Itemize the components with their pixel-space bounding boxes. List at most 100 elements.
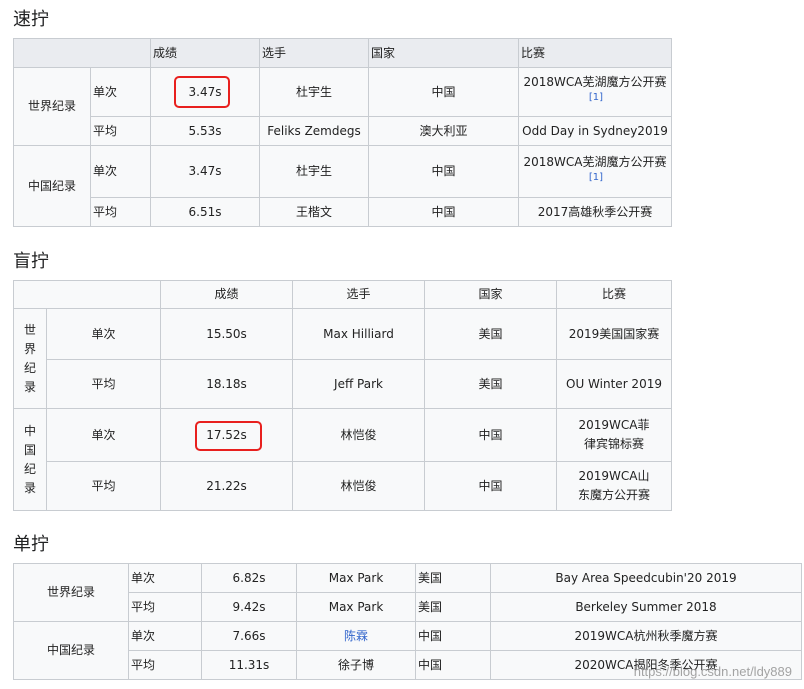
column-header-result: 成绩	[150, 38, 260, 68]
table-row: 平均 21.22s 林恺俊 中国 2019WCA山东魔方公开赛	[14, 461, 672, 511]
citation-link[interactable]: [1]	[589, 172, 603, 183]
citation-link[interactable]: [1]	[589, 92, 603, 103]
table-row: 中 国 纪 录 单次 17.52s 林恺俊 中国 2019WCA菲律宾锦标赛	[13, 408, 672, 511]
player-link[interactable]: 陈霖	[296, 621, 416, 651]
record-type-label: 平均	[128, 592, 202, 622]
table-row: 平均 6.51s 王楷文 中国 2017高雄秋季公开赛	[14, 197, 672, 227]
table-row: 中国纪录 单次 7.66s 陈霖 中国 2019WCA杭州秋季魔方赛	[13, 621, 802, 680]
competition-cell: 2018WCA芜湖魔方公开赛 [1]	[518, 67, 672, 117]
competition-cell: 2019WCA菲律宾锦标赛	[556, 408, 672, 462]
competition-name: 2018WCA芜湖魔方公开赛	[523, 75, 667, 89]
result-cell: 15.50s	[160, 308, 293, 360]
competition-cell: Berkeley Summer 2018	[490, 592, 802, 622]
player-cell: Jeff Park	[292, 359, 425, 409]
label-char: 中	[23, 423, 36, 438]
result-cell: 6.82s	[201, 563, 297, 593]
header-empty-cell	[13, 280, 161, 309]
country-cell: 美国	[424, 359, 557, 409]
player-cell: 林恺俊	[292, 408, 425, 462]
competition-cell: Odd Day in Sydney2019	[518, 116, 672, 146]
competition-cell: 2017高雄秋季公开赛	[518, 197, 672, 227]
column-header-competition: 比赛	[518, 38, 672, 68]
record-type-label: 单次	[90, 67, 151, 117]
column-header-country: 国家	[424, 280, 557, 309]
table-row: 世界纪录 单次 3.47s 杜宇生 中国 2018WCA芜湖魔方公开赛[1]	[13, 67, 672, 146]
record-type-label: 单次	[128, 563, 202, 593]
record-type-label: 平均	[90, 197, 151, 227]
table-row: 世界纪录 单次 6.82s Max Park 美国 Bay Area Speed…	[13, 563, 802, 622]
player-cell: 王楷文	[259, 197, 369, 227]
column-header-country: 国家	[368, 38, 519, 68]
player-cell: 杜宇生	[259, 67, 369, 117]
country-cell: 澳大利亚	[368, 116, 519, 146]
competition-cell: 2018WCA芜湖魔方公开赛 [1]	[518, 145, 672, 198]
record-type-label: 平均	[90, 116, 151, 146]
record-category-label: 中国纪录	[13, 621, 129, 680]
table-row: 平均 9.42s Max Park 美国 Berkeley Summer 201…	[14, 592, 802, 622]
table-header-row: 成绩 选手 国家 比赛	[13, 38, 672, 68]
country-cell: 美国	[415, 592, 491, 622]
player-cell: 林恺俊	[292, 461, 425, 511]
result-cell: 5.53s	[150, 116, 260, 146]
player-cell: Feliks Zemdegs	[259, 116, 369, 146]
section-heading-blind: 盲拧	[13, 251, 49, 272]
country-cell: 美国	[424, 308, 557, 360]
result-cell: 18.18s	[160, 359, 293, 409]
column-header-player: 选手	[292, 280, 425, 309]
record-category-label: 世 界 纪 录	[13, 308, 47, 409]
player-cell: Max Hilliard	[292, 308, 425, 360]
country-cell: 美国	[415, 563, 491, 593]
competition-cell: OU Winter 2019	[556, 359, 672, 409]
country-cell: 中国	[368, 145, 519, 198]
record-category-label: 世界纪录	[13, 563, 129, 622]
player-cell: Max Park	[296, 592, 416, 622]
result-cell: 3.47s	[150, 145, 260, 198]
column-header-result: 成绩	[160, 280, 293, 309]
record-type-label: 单次	[46, 308, 161, 360]
table-header-row: 成绩 选手 国家 比赛	[13, 280, 672, 309]
result-cell: 21.22s	[160, 461, 293, 511]
record-category-label: 世界纪录	[13, 67, 91, 146]
table-row: 平均 5.53s Feliks Zemdegs 澳大利亚 Odd Day in …	[14, 116, 672, 146]
column-header-competition: 比赛	[556, 280, 672, 309]
section-heading-speed: 速拧	[13, 9, 49, 30]
table-row: 世 界 纪 录 单次 15.50s Max Hilliard 美国 2019美国…	[13, 308, 672, 409]
section-heading-one-handed: 单拧	[13, 534, 49, 555]
label-char: 纪	[23, 360, 36, 375]
table-row: 中国纪录 单次 3.47s 杜宇生 中国 2018WCA芜湖魔方公开赛 [1]	[13, 145, 672, 227]
player-cell: 杜宇生	[259, 145, 369, 198]
record-type-label: 平均	[46, 461, 161, 511]
record-type-label: 单次	[128, 621, 202, 651]
highlight-box	[174, 76, 230, 108]
header-empty-cell	[13, 38, 151, 68]
competition-name: 2018WCA芜湖魔方公开赛	[523, 154, 667, 169]
label-char: 国	[23, 442, 36, 457]
player-cell: Max Park	[296, 563, 416, 593]
speed-records-table: 成绩 选手 国家 比赛 世界纪录 单次 3.47s 杜宇生 中国 2018WCA…	[13, 38, 672, 227]
result-cell: 6.51s	[150, 197, 260, 227]
record-type-label: 平均	[128, 650, 202, 680]
record-category-label: 中国纪录	[13, 145, 91, 227]
label-char: 纪	[23, 461, 36, 476]
competition-cell: Bay Area Speedcubin'20 2019	[490, 563, 802, 593]
result-cell: 9.42s	[201, 592, 297, 622]
competition-cell: 2019WCA山东魔方公开赛	[556, 461, 672, 511]
competition-cell: 2019WCA杭州秋季魔方赛	[490, 621, 802, 651]
country-cell: 中国	[424, 408, 557, 462]
label-char: 界	[23, 341, 36, 356]
label-char: 录	[23, 379, 36, 394]
label-char: 录	[23, 480, 36, 495]
record-type-label: 单次	[90, 145, 151, 198]
competition-cell: 2019美国国家赛	[556, 308, 672, 360]
column-header-player: 选手	[259, 38, 369, 68]
record-category-label: 中 国 纪 录	[13, 408, 47, 511]
result-cell: 7.66s	[201, 621, 297, 651]
country-cell: 中国	[368, 197, 519, 227]
country-cell: 中国	[424, 461, 557, 511]
label-char: 世	[23, 322, 36, 337]
record-type-label: 平均	[46, 359, 161, 409]
player-cell: 徐子博	[296, 650, 416, 680]
record-type-label: 单次	[46, 408, 161, 462]
one-handed-records-table: 世界纪录 单次 6.82s Max Park 美国 Bay Area Speed…	[13, 563, 802, 680]
country-cell: 中国	[415, 650, 491, 680]
